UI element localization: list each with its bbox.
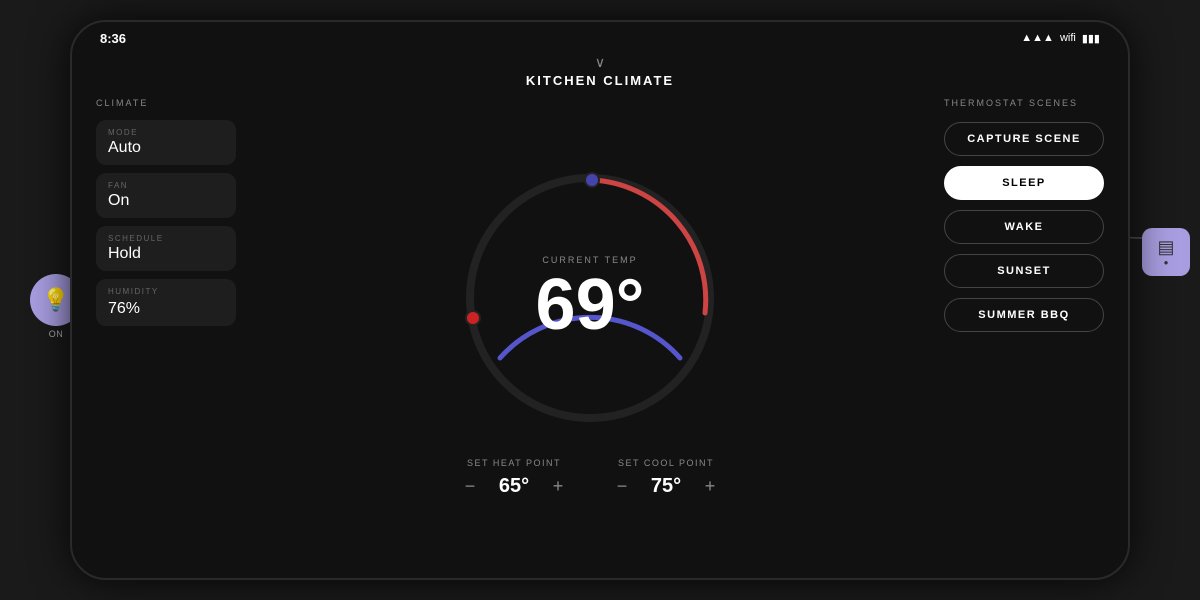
mode-sublabel: MODE xyxy=(108,128,224,137)
sleep-scene-button[interactable]: SLEEP xyxy=(944,166,1104,200)
cool-setpoint: SET COOL POINT − 75° + xyxy=(610,458,722,498)
summer-bbq-scene-button[interactable]: SUMMER BBQ xyxy=(944,298,1104,332)
thermostat-panel: CURRENT TEMP 69° SET HEAT POINT − 65° + xyxy=(252,94,928,562)
status-time: 8:36 xyxy=(100,31,126,46)
bulb-icon: 💡 xyxy=(42,287,69,313)
current-temp-label: CURRENT TEMP xyxy=(536,255,645,265)
schedule-value: Hold xyxy=(108,245,224,263)
tablet-shell: 8:36 ▲▲▲ wifi ▮▮▮ ∨ KITCHEN CLIMATE CLIM… xyxy=(70,20,1130,580)
temp-display: CURRENT TEMP 69° xyxy=(536,255,645,341)
climate-label: CLIMATE xyxy=(96,98,236,108)
thermostat-ring: CURRENT TEMP 69° xyxy=(450,158,730,438)
wifi-icon: wifi xyxy=(1060,32,1076,44)
mode-value: Auto xyxy=(108,139,224,157)
mode-card[interactable]: MODE Auto xyxy=(96,120,236,165)
fan-sublabel: FAN xyxy=(108,181,224,190)
humidity-value: 76% xyxy=(108,300,224,318)
setpoints: SET HEAT POINT − 65° + SET COOL POINT − … xyxy=(458,458,722,498)
page-header: ∨ KITCHEN CLIMATE xyxy=(72,54,1128,94)
chevron-down-icon[interactable]: ∨ xyxy=(595,54,605,71)
schedule-sublabel: SCHEDULE xyxy=(108,234,224,243)
cool-setpoint-label: SET COOL POINT xyxy=(618,458,714,468)
heat-setpoint: SET HEAT POINT − 65° + xyxy=(458,458,570,498)
heat-setpoint-controls: − 65° + xyxy=(458,474,570,498)
heat-setpoint-value: 65° xyxy=(496,475,532,498)
radiator-icon: ▤ xyxy=(1157,237,1174,258)
heat-decrement-button[interactable]: − xyxy=(458,474,482,498)
cool-increment-button[interactable]: + xyxy=(698,474,722,498)
humidity-sublabel: HUMIDITY xyxy=(108,287,224,296)
page-title: KITCHEN CLIMATE xyxy=(526,73,674,88)
cool-setpoint-controls: − 75° + xyxy=(610,474,722,498)
scenes-panel: THERMOSTAT SCENES CAPTURE SCENE SLEEP WA… xyxy=(944,94,1104,562)
current-temp-value: 69° xyxy=(536,269,645,341)
wake-scene-button[interactable]: WAKE xyxy=(944,210,1104,244)
cool-setpoint-value: 75° xyxy=(648,475,684,498)
main-content: CLIMATE MODE Auto FAN On SCHEDULE Hold H… xyxy=(72,94,1128,578)
humidity-card: HUMIDITY 76% xyxy=(96,279,236,326)
fan-card[interactable]: FAN On xyxy=(96,173,236,218)
status-icons: ▲▲▲ wifi ▮▮▮ xyxy=(1021,32,1100,45)
capture-scene-button[interactable]: CAPTURE SCENE xyxy=(944,122,1104,156)
sunset-scene-button[interactable]: SUNSET xyxy=(944,254,1104,288)
battery-icon: ▮▮▮ xyxy=(1082,32,1100,45)
heat-increment-button[interactable]: + xyxy=(546,474,570,498)
fan-value: On xyxy=(108,192,224,210)
left-device-label: ON xyxy=(49,329,64,339)
climate-panel: CLIMATE MODE Auto FAN On SCHEDULE Hold H… xyxy=(96,94,236,562)
right-device-rect[interactable]: ▤ ● xyxy=(1142,228,1190,276)
cool-decrement-button[interactable]: − xyxy=(610,474,634,498)
scenes-label: THERMOSTAT SCENES xyxy=(944,98,1104,108)
outer-right-device[interactable]: ▤ ● xyxy=(1142,228,1190,276)
schedule-card[interactable]: SCHEDULE Hold xyxy=(96,226,236,271)
status-bar: 8:36 ▲▲▲ wifi ▮▮▮ xyxy=(72,22,1128,54)
signal-icon: ▲▲▲ xyxy=(1021,32,1054,44)
heat-setpoint-label: SET HEAT POINT xyxy=(467,458,561,468)
